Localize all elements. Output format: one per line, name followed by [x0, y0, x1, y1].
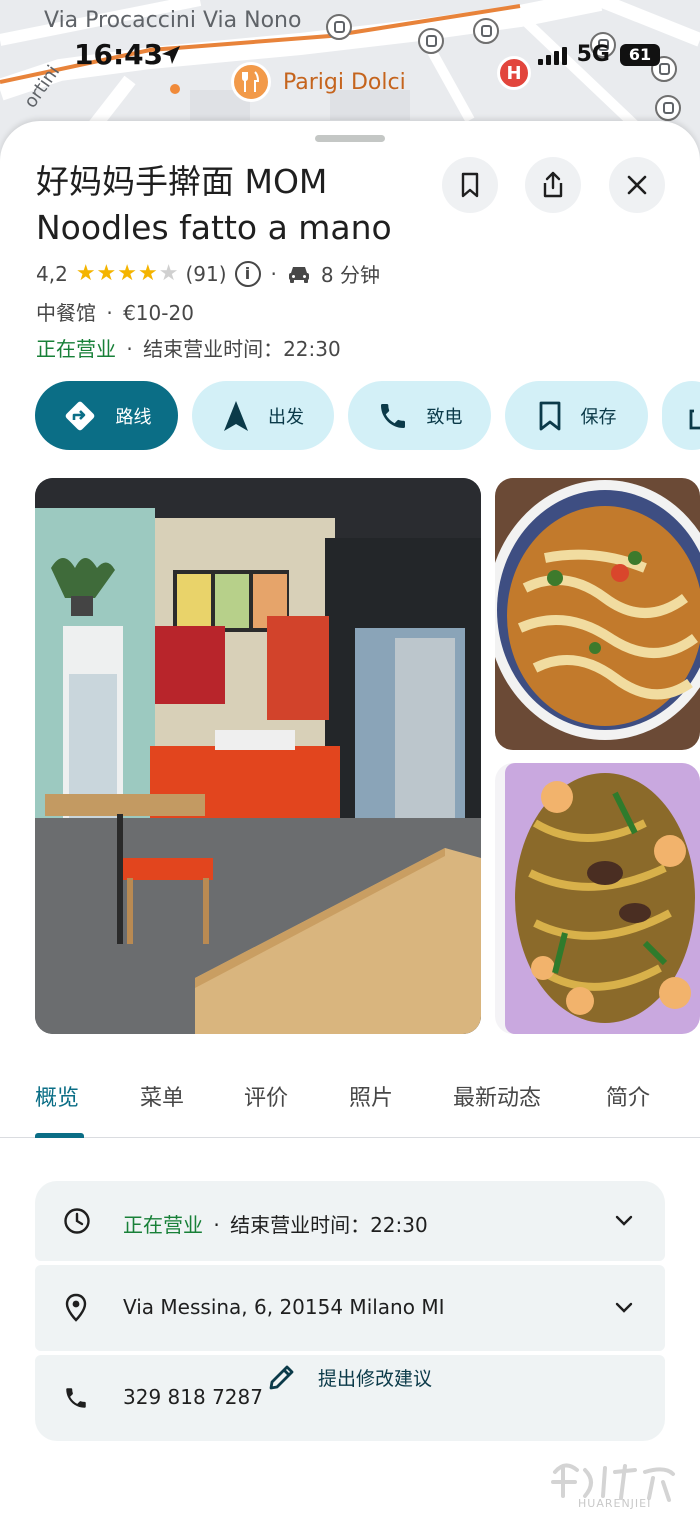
share-chip-button[interactable] — [662, 381, 700, 450]
separator: · — [213, 1213, 220, 1237]
place-tabs: 概览 菜单 评价 照片 最新动态 简介 — [0, 1076, 700, 1138]
category-row: 中餐馆 · €10-20 — [36, 297, 194, 326]
navigation-icon — [224, 400, 248, 431]
bus-stop-icon[interactable] — [418, 28, 444, 54]
map-poi-label[interactable]: Parigi Dolci — [283, 70, 406, 95]
hours-card[interactable]: 正在营业 · 结束营业时间：22:30 — [35, 1181, 665, 1261]
phone-icon — [380, 403, 405, 428]
review-count[interactable]: (91) — [185, 262, 226, 286]
battery-icon: 61 — [620, 43, 660, 66]
tab-reviews[interactable]: 评价 — [244, 1080, 288, 1112]
call-label: 致电 — [426, 406, 463, 428]
restaurant-pin-icon[interactable] — [231, 62, 271, 102]
photo-interior[interactable] — [35, 478, 481, 1034]
signal-icon — [537, 45, 567, 65]
suggest-edit-link[interactable]: 提出修改建议 — [266, 1361, 432, 1393]
network-type: 5G — [576, 42, 610, 67]
car-icon — [288, 266, 309, 283]
price-range: €10-20 — [123, 301, 194, 325]
star-empty-icon: ★ — [158, 261, 180, 286]
save-button[interactable] — [442, 157, 498, 213]
active-tab-indicator — [35, 1133, 84, 1138]
status-indicators: 5G 61 — [537, 42, 660, 67]
separator: · — [270, 261, 277, 286]
close-icon — [627, 175, 647, 195]
status-time: 16:43 — [74, 38, 164, 71]
star-icon: ★ — [75, 261, 97, 286]
soup-noodles-image — [495, 478, 700, 750]
bookmark-icon — [461, 172, 479, 198]
rating-row: 4,2 ★★★★★ (91) i · 8 分钟 — [36, 259, 380, 288]
save-chip-button[interactable]: 保存 — [505, 381, 648, 450]
start-label: 出发 — [268, 406, 304, 428]
location-arrow-icon — [162, 46, 180, 64]
share-button[interactable] — [525, 157, 581, 213]
directions-button[interactable]: 路线 — [35, 381, 178, 450]
close-button[interactable] — [609, 157, 665, 213]
suggest-edit-label: 提出修改建议 — [318, 1367, 433, 1390]
hours-card-text: 正在营业 · 结束营业时间：22:30 — [123, 1209, 428, 1238]
tab-overview[interactable]: 概览 — [35, 1080, 79, 1112]
separator: · — [106, 301, 113, 325]
action-chips: 路线 出发 致电 保存 — [35, 381, 700, 450]
separator: · — [126, 337, 133, 361]
address-text: Via Messina, 6, 20154 Milano MI — [123, 1295, 445, 1319]
watermark-text: HUARENJIEI — [578, 1497, 652, 1510]
fork-knife-icon — [242, 71, 260, 92]
tab-updates[interactable]: 最新动态 — [453, 1080, 541, 1112]
clock-icon — [64, 1208, 90, 1234]
photo-soup-noodles[interactable] — [495, 478, 700, 750]
share-icon — [543, 171, 563, 198]
bus-stop-icon[interactable] — [326, 14, 352, 40]
hours-summary[interactable]: 正在营业 · 结束营业时间：22:30 — [36, 333, 341, 362]
restaurant-interior-image — [35, 478, 481, 1034]
rating-stars[interactable]: ★★★★★ — [76, 261, 180, 286]
tab-photos[interactable]: 照片 — [349, 1080, 393, 1112]
pencil-icon — [269, 1365, 294, 1390]
directions-icon — [65, 401, 94, 430]
info-icon[interactable]: i — [234, 260, 261, 287]
start-button[interactable]: 出发 — [192, 381, 334, 450]
share-icon — [689, 409, 700, 429]
bus-stop-icon[interactable] — [655, 95, 681, 121]
bus-stop-icon[interactable] — [473, 18, 499, 44]
tab-menu[interactable]: 菜单 — [140, 1080, 184, 1112]
tab-about[interactable]: 简介 — [606, 1080, 650, 1112]
open-status: 正在营业 — [36, 337, 116, 361]
save-label: 保存 — [580, 406, 617, 428]
fried-noodles-image — [495, 763, 700, 1034]
rating-value: 4,2 — [36, 261, 68, 286]
drag-handle[interactable] — [315, 135, 385, 142]
star-icon: ★ — [138, 261, 159, 286]
directions-label: 路线 — [115, 406, 152, 428]
place-title: 好妈妈手擀面 MOM Noodles fatto a mano — [36, 162, 392, 247]
hospital-pin-icon[interactable]: H — [497, 56, 531, 90]
drive-time: 8 分钟 — [320, 263, 380, 287]
photo-fried-noodles[interactable] — [495, 763, 700, 1034]
map-poi-dot — [170, 84, 180, 94]
phone-icon — [66, 1388, 86, 1408]
star-icon: ★ — [96, 261, 118, 286]
map-street-label: Via Procaccini Via Nono — [44, 8, 302, 33]
hours-closing-time: 结束营业时间：22:30 — [230, 1213, 428, 1237]
address-card[interactable]: Via Messina, 6, 20154 Milano MI — [35, 1265, 665, 1351]
location-pin-icon — [65, 1293, 87, 1322]
hours-open-status: 正在营业 — [123, 1213, 203, 1237]
call-button[interactable]: 致电 — [348, 381, 491, 450]
place-sheet: 好妈妈手擀面 MOM Noodles fatto a mano 4,2 ★★★★… — [0, 121, 700, 1521]
closing-time: 结束营业时间：22:30 — [143, 337, 341, 361]
phone-number: 329 818 7287 — [123, 1385, 263, 1409]
chevron-down-icon[interactable] — [615, 1215, 633, 1227]
bookmark-icon — [539, 401, 560, 430]
category: 中餐馆 — [36, 301, 96, 325]
star-icon: ★ — [117, 261, 139, 286]
chevron-down-icon[interactable] — [615, 1302, 633, 1314]
